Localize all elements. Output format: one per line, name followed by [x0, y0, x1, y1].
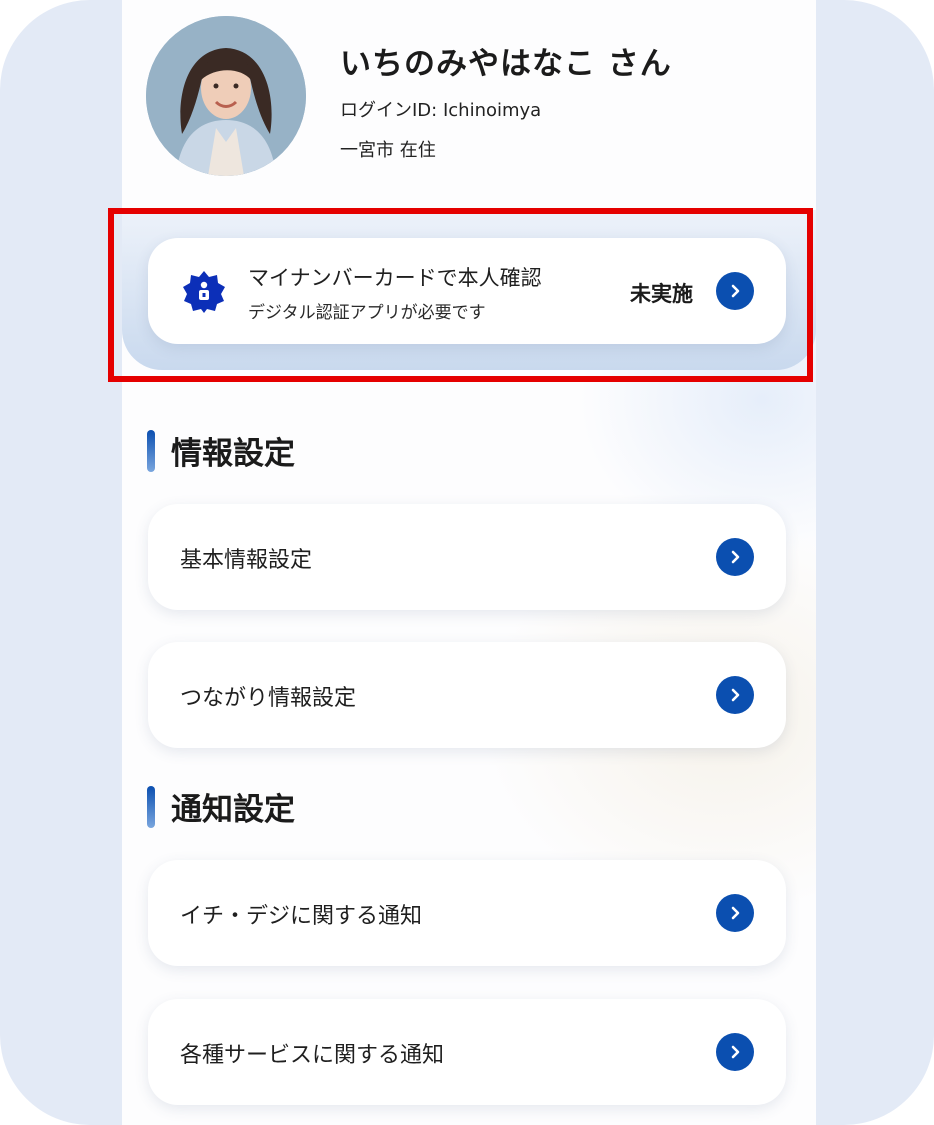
login-id: ログインID: Ichinoimya	[340, 100, 542, 121]
menu-label: 基本情報設定	[180, 548, 313, 573]
screen-content: いちのみやはなこ さん ログインID: Ichinoimya 一宮市 在住 マイ…	[122, 0, 816, 1125]
chevron-right-icon[interactable]	[716, 538, 754, 576]
phone-frame: いちのみやはなこ さん ログインID: Ichinoimya 一宮市 在住 マイ…	[0, 0, 934, 1125]
user-name: いちのみやはなこ さん	[340, 46, 672, 82]
menu-basic-info-settings[interactable]: 基本情報設定	[148, 504, 786, 610]
chevron-right-icon[interactable]	[716, 1033, 754, 1071]
chevron-right-icon[interactable]	[716, 894, 754, 932]
section-accent-bar	[147, 786, 155, 828]
highlight-box	[108, 208, 813, 382]
menu-label: 各種サービスに関する通知	[180, 1043, 445, 1068]
residence-text: 一宮市 在住	[340, 140, 436, 161]
chevron-right-icon[interactable]	[716, 676, 754, 714]
menu-connection-info-settings[interactable]: つながり情報設定	[148, 642, 786, 748]
menu-ichidigi-notifications[interactable]: イチ・デジに関する通知	[148, 860, 786, 966]
section-title: 通知設定	[171, 792, 295, 828]
menu-label: イチ・デジに関する通知	[180, 904, 423, 929]
section-accent-bar	[147, 430, 155, 472]
menu-service-notifications[interactable]: 各種サービスに関する通知	[148, 999, 786, 1105]
avatar	[146, 16, 306, 176]
menu-label: つながり情報設定	[180, 686, 357, 711]
section-title: 情報設定	[171, 436, 295, 472]
